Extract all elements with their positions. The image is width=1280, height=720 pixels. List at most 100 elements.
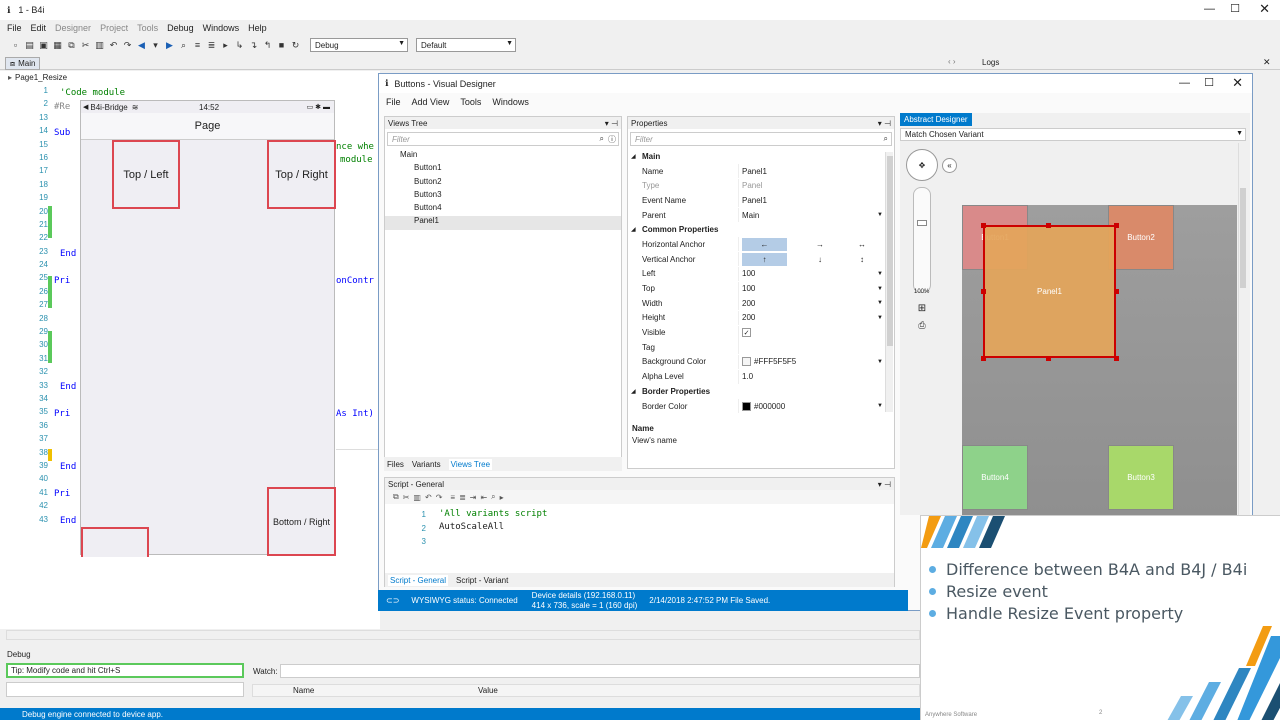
find-icon[interactable]: ⌕: [491, 492, 495, 502]
property-row[interactable]: Parent Main ▼: [628, 208, 886, 223]
new-icon[interactable]: ▫: [10, 40, 21, 51]
save-icon[interactable]: ▣: [38, 40, 49, 51]
chevron-down-icon[interactable]: ▼: [877, 359, 883, 365]
target-select[interactable]: Default ▼: [416, 38, 516, 52]
logs-label[interactable]: Logs: [982, 58, 999, 67]
run-icon[interactable]: ▸: [220, 40, 231, 51]
tree-item-button1[interactable]: Button1: [385, 163, 621, 176]
copy-icon[interactable]: ⧉: [66, 40, 77, 51]
property-row[interactable]: Type Panel: [628, 178, 886, 193]
outdent-icon[interactable]: ⇤: [480, 493, 487, 502]
module-tab[interactable]: ▸ Page1_Resize: [8, 73, 67, 82]
pin-icon[interactable]: ▾ ⊣: [878, 480, 891, 489]
stop-icon[interactable]: ■: [276, 40, 287, 51]
property-row[interactable]: Name Panel1: [628, 164, 886, 179]
save-all-icon[interactable]: ▦: [52, 40, 63, 51]
abstract-scrollbar[interactable]: [1238, 143, 1247, 515]
menu-edit[interactable]: Edit: [31, 23, 47, 33]
menu-designer[interactable]: Designer: [55, 23, 91, 33]
abstract-button4[interactable]: Button4: [962, 445, 1028, 510]
uncomment-icon[interactable]: ≣: [206, 40, 217, 51]
find-icon[interactable]: ⌕: [178, 40, 189, 51]
run-icon[interactable]: ▸: [500, 493, 504, 502]
minimize-icon[interactable]: —: [1204, 3, 1215, 15]
property-row[interactable]: Top 100 ▼: [628, 281, 886, 296]
property-row[interactable]: Border Color #000000 ▼: [628, 399, 886, 414]
comment-icon[interactable]: ≡: [192, 40, 203, 51]
info-icon[interactable]: ⓘ: [608, 134, 616, 145]
menu-debug[interactable]: Debug: [167, 23, 194, 33]
property-row[interactable]: Background Color #FFF5F5F5 ▼: [628, 354, 886, 370]
chevron-down-icon[interactable]: ▼: [877, 286, 883, 292]
expand-icon[interactable]: ◢: [631, 153, 636, 160]
designer-menu-file[interactable]: File: [386, 97, 401, 107]
property-category[interactable]: ◢ Border Properties: [628, 384, 886, 399]
pan-control-icon[interactable]: ✥: [906, 149, 938, 181]
config-select[interactable]: Debug ▼: [310, 38, 408, 52]
chevron-down-icon[interactable]: ▼: [877, 300, 883, 306]
menu-help[interactable]: Help: [248, 23, 267, 33]
back-icon[interactable]: ◀: [136, 40, 147, 51]
paste-icon[interactable]: ▥: [413, 493, 421, 502]
open-icon[interactable]: ▤: [24, 40, 35, 51]
cut-icon[interactable]: ✂: [403, 493, 410, 502]
property-category[interactable]: ◢ Common Properties: [628, 222, 886, 237]
anchor-bottom-icon[interactable]: ↓: [805, 255, 835, 264]
tab-views-tree[interactable]: Views Tree: [448, 458, 493, 470]
maximize-icon[interactable]: ☐: [1204, 76, 1214, 89]
variant-select[interactable]: Match Chosen Variant ▼: [900, 128, 1246, 141]
script-line-2[interactable]: AutoScaleAll: [439, 522, 504, 532]
back-dropdown-icon[interactable]: ▾: [150, 40, 161, 51]
step-over-icon[interactable]: ↳: [234, 40, 245, 51]
tab-variants[interactable]: Variants: [412, 460, 441, 469]
redo-icon[interactable]: ↷: [122, 40, 133, 51]
bottom-left-button[interactable]: [81, 527, 149, 557]
menu-project[interactable]: Project: [100, 23, 128, 33]
property-row[interactable]: Horizontal Anchor ← → ↔: [628, 237, 886, 252]
anchor-right-icon[interactable]: →: [805, 240, 835, 249]
undo-icon[interactable]: ↶: [108, 40, 119, 51]
anchor-both-icon[interactable]: ↔: [847, 240, 877, 249]
anchor-top-icon[interactable]: ↑: [742, 252, 787, 266]
property-row[interactable]: Tag: [628, 340, 886, 355]
property-row[interactable]: Left 100 ▼: [628, 266, 886, 282]
tab-script-general[interactable]: Script - General: [388, 574, 449, 586]
anchor-left-icon[interactable]: ←: [742, 237, 787, 251]
tab-script-variant[interactable]: Script - Variant: [456, 576, 508, 585]
properties-filter[interactable]: Filter ⌕: [630, 132, 892, 146]
minimize-icon[interactable]: —: [1179, 77, 1190, 89]
fit-icon[interactable]: ⊞: [916, 302, 928, 314]
menu-windows[interactable]: Windows: [203, 23, 240, 33]
designer-menu-add-view[interactable]: Add View: [412, 97, 450, 107]
pin-icon[interactable]: ▾ ⊣: [878, 119, 891, 128]
designer-menu-windows[interactable]: Windows: [492, 97, 529, 107]
tree-item-main[interactable]: Main: [385, 150, 621, 163]
maximize-icon[interactable]: ☐: [1230, 2, 1240, 15]
tab-main[interactable]: ⧈ Main: [5, 57, 41, 70]
paste-icon[interactable]: ▥: [94, 40, 105, 51]
bottom-right-button[interactable]: Bottom / Right: [267, 487, 336, 556]
abstract-canvas[interactable]: Button1 Button2 Button4 Button3 Panel1: [962, 205, 1237, 515]
restart-icon[interactable]: ↻: [290, 40, 301, 51]
menu-file[interactable]: File: [7, 23, 22, 33]
cut-icon[interactable]: ✂: [80, 40, 91, 51]
property-category[interactable]: ◢ Main: [628, 149, 886, 164]
debug-immediate-input[interactable]: [6, 682, 244, 697]
pin-icon[interactable]: ✕: [1263, 57, 1271, 68]
close-icon[interactable]: ✕: [1232, 75, 1243, 91]
zoom-slider[interactable]: [913, 187, 931, 293]
top-right-button[interactable]: Top / Right: [267, 140, 336, 209]
editor-horizontal-scrollbar[interactable]: [6, 630, 920, 640]
redo-icon[interactable]: ↷: [436, 493, 443, 502]
collapse-left-icon[interactable]: «: [942, 158, 957, 173]
tab-files[interactable]: Files: [387, 460, 404, 469]
expand-icon[interactable]: ◢: [631, 388, 636, 395]
menu-tools[interactable]: Tools: [137, 23, 158, 33]
tree-item-button2[interactable]: Button2: [385, 177, 621, 190]
tab-abstract-designer[interactable]: Abstract Designer: [900, 113, 972, 126]
indent-icon[interactable]: ⇥: [470, 493, 477, 502]
chevron-down-icon[interactable]: ▼: [877, 271, 883, 277]
property-row[interactable]: Visible ✓: [628, 325, 886, 340]
script-line-1[interactable]: 'All variants script: [439, 509, 547, 519]
properties-scrollbar[interactable]: [885, 152, 893, 412]
